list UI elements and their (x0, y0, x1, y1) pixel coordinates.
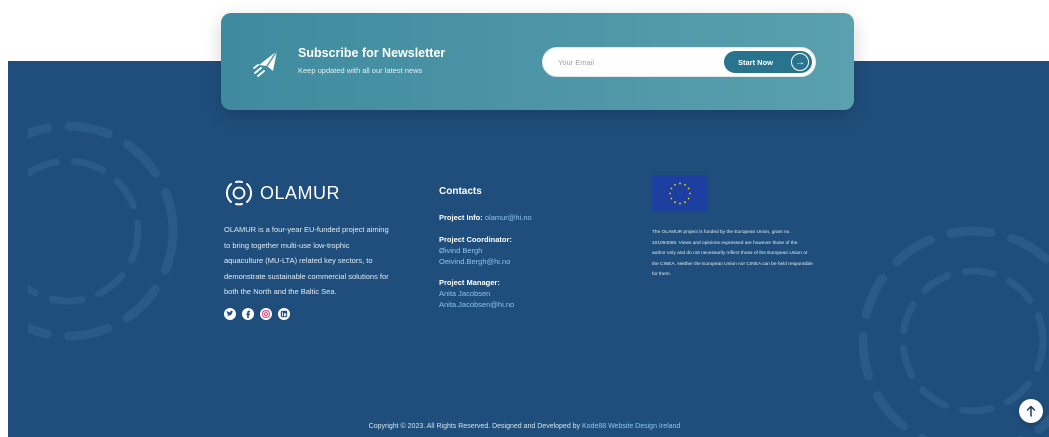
about-line: to bring together multi-use low-trophic (224, 240, 350, 250)
brand-name: OLAMUR (260, 182, 341, 203)
olamur-logo-icon (225, 180, 253, 206)
email-field-wrapper: Start Now → (542, 47, 816, 77)
copyright-bar: Copyright © 2023. All Rights Reserved. D… (0, 423, 1049, 430)
about-line: demonstrate sustainable commercial solut… (224, 271, 389, 281)
manager-name: Anita Jacobsen (439, 289, 491, 298)
social-links (224, 308, 290, 320)
arrow-up-icon (1026, 405, 1036, 417)
contacts-block: Contacts Project Info: olamur@hi.no Proj… (439, 186, 532, 309)
facebook-icon[interactable] (242, 308, 254, 320)
arrow-right-icon: → (791, 53, 809, 71)
decorative-ring-right (858, 226, 1049, 437)
project-info-email-link[interactable]: olamur@hi.no (485, 213, 532, 222)
about-line: OLAMUR is a four-year EU-funded project … (224, 225, 389, 234)
disclaimer-line: author only and do not necessarily refle… (652, 251, 808, 256)
project-info-label: Project Info: (439, 213, 483, 222)
instagram-icon[interactable] (260, 308, 272, 320)
contacts-heading: Contacts (439, 186, 482, 197)
about-line: aquaculture (MU-LTA) related key sectors… (224, 256, 373, 265)
scroll-to-top-button[interactable] (1019, 399, 1043, 423)
start-now-label: Start Now (738, 57, 774, 67)
coordinator-name: Øivind Bergh (439, 246, 483, 255)
linkedin-icon[interactable] (278, 308, 290, 320)
olamur-logo[interactable]: OLAMUR (224, 180, 340, 206)
twitter-icon[interactable] (224, 308, 236, 320)
eu-flag-icon (652, 175, 708, 212)
about-text: OLAMUR is a four-year EU-funded project … (224, 222, 424, 300)
newsletter-subtitle: Keep updated with all our latest news (298, 66, 423, 75)
disclaimer-line: 101094065. Views and opinions expressed … (652, 240, 798, 246)
copyright-text: Copyright © 2023. All Rights Reserved. D… (368, 423, 582, 430)
paper-plane-icon (253, 50, 278, 77)
project-info-line: Project Info: olamur@hi.no (439, 213, 532, 222)
eu-disclaimer: The OLAMUR project is funded by the Euro… (652, 228, 852, 281)
disclaimer-line: for them. (652, 272, 671, 277)
email-field[interactable] (558, 55, 718, 69)
developer-link[interactable]: Kode88 Website Design Ireland (582, 423, 680, 430)
newsletter-banner: Subscribe for Newsletter Keep updated wi… (221, 13, 854, 110)
decorative-ring-left (28, 121, 178, 341)
start-now-button[interactable]: Start Now → (724, 51, 812, 73)
page: Subscribe for Newsletter Keep updated wi… (0, 0, 1049, 437)
coordinator-label: Project Coordinator: (439, 235, 512, 244)
disclaimer-line: the CINEA. Neither the European Union no… (652, 261, 813, 267)
coordinator-email-link[interactable]: Oeivind.Bergh@hi.no (439, 257, 532, 266)
disclaimer-line: The OLAMUR project is funded by the Euro… (652, 230, 791, 235)
about-line: both the North and the Baltic Sea. (224, 287, 337, 296)
newsletter-title: Subscribe for Newsletter (298, 46, 446, 60)
manager-email-link[interactable]: Anita.Jacobsen@hi.no (439, 300, 532, 309)
manager-label: Project Manager: (439, 278, 500, 287)
